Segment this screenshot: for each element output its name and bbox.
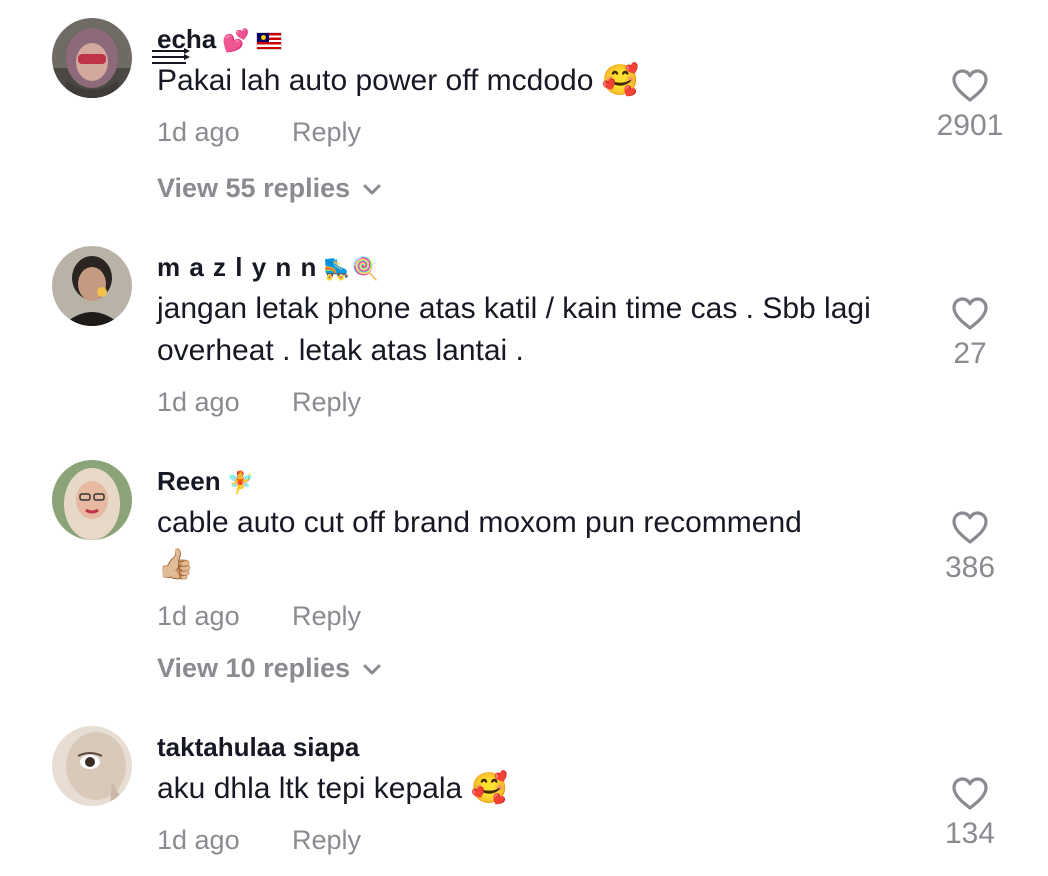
- comment-list: echa 💕 Pakai lah auto power off mcdodo 🥰 …: [0, 0, 1048, 876]
- comment-timestamp: 1d ago: [157, 825, 240, 855]
- comment-username[interactable]: Reen 🧚: [157, 466, 254, 499]
- comment-text: aku dhla ltk tepi kepala 🥰: [157, 771, 508, 806]
- smiling-face-with-hearts-emoji: 🥰: [470, 771, 508, 806]
- comment-text: cable auto cut off brand moxom pun recom…: [157, 506, 802, 582]
- like-count: 386: [944, 551, 996, 584]
- comment-meta: 1d ago Reply: [157, 824, 361, 856]
- reply-button[interactable]: Reply: [292, 117, 361, 147]
- heart-outline-icon[interactable]: [951, 296, 989, 332]
- comment-text: jangan letak phone atas katil / kain tim…: [157, 292, 871, 367]
- comment-username[interactable]: m a z l y n n 🛼🍭: [157, 252, 380, 285]
- reply-button[interactable]: Reply: [292, 601, 361, 631]
- comment-timestamp: 1d ago: [157, 117, 240, 147]
- like-count: 2901: [936, 109, 1004, 142]
- avatar[interactable]: [52, 18, 132, 98]
- malaysia-flag-icon: [255, 32, 282, 51]
- heart-outline-icon[interactable]: [951, 776, 989, 812]
- like-group: 2901: [910, 68, 1030, 144]
- thumbs-up-emoji: 👍🏼: [157, 547, 195, 582]
- comment-username[interactable]: taktahulaa siapa: [157, 732, 359, 762]
- reply-button[interactable]: Reply: [292, 825, 361, 855]
- fairy-emoji: 🧚: [226, 471, 254, 496]
- comment-meta: 1d ago Reply: [157, 386, 361, 418]
- like-group: 27: [910, 296, 1030, 372]
- like-count: 27: [953, 337, 987, 370]
- view-replies-button[interactable]: View 10 replies: [157, 652, 382, 684]
- comment-meta: 1d ago Reply: [157, 116, 361, 148]
- comment-timestamp: 1d ago: [157, 387, 240, 417]
- like-count: 134: [944, 817, 996, 850]
- comment-text: Pakai lah auto power off mcdodo 🥰: [157, 63, 640, 98]
- reply-button[interactable]: Reply: [292, 387, 361, 417]
- comment-timestamp: 1d ago: [157, 601, 240, 631]
- avatar[interactable]: [52, 246, 132, 326]
- smiling-face-with-hearts-emoji: 🥰: [601, 63, 640, 98]
- comment-meta: 1d ago Reply: [157, 600, 361, 632]
- view-replies-button[interactable]: View 55 replies: [157, 172, 382, 204]
- heart-outline-icon[interactable]: [951, 68, 989, 104]
- chevron-down-icon: [363, 184, 381, 195]
- avatar[interactable]: [52, 726, 132, 806]
- like-group: 134: [910, 776, 1030, 852]
- chevron-down-icon: [363, 664, 381, 675]
- roller-skate-lollipop-emoji: 🛼🍭: [323, 257, 381, 282]
- avatar[interactable]: [52, 460, 132, 540]
- hearts-emoji: 💕: [222, 29, 250, 54]
- heart-outline-icon[interactable]: [951, 510, 989, 546]
- like-group: 386: [910, 510, 1030, 586]
